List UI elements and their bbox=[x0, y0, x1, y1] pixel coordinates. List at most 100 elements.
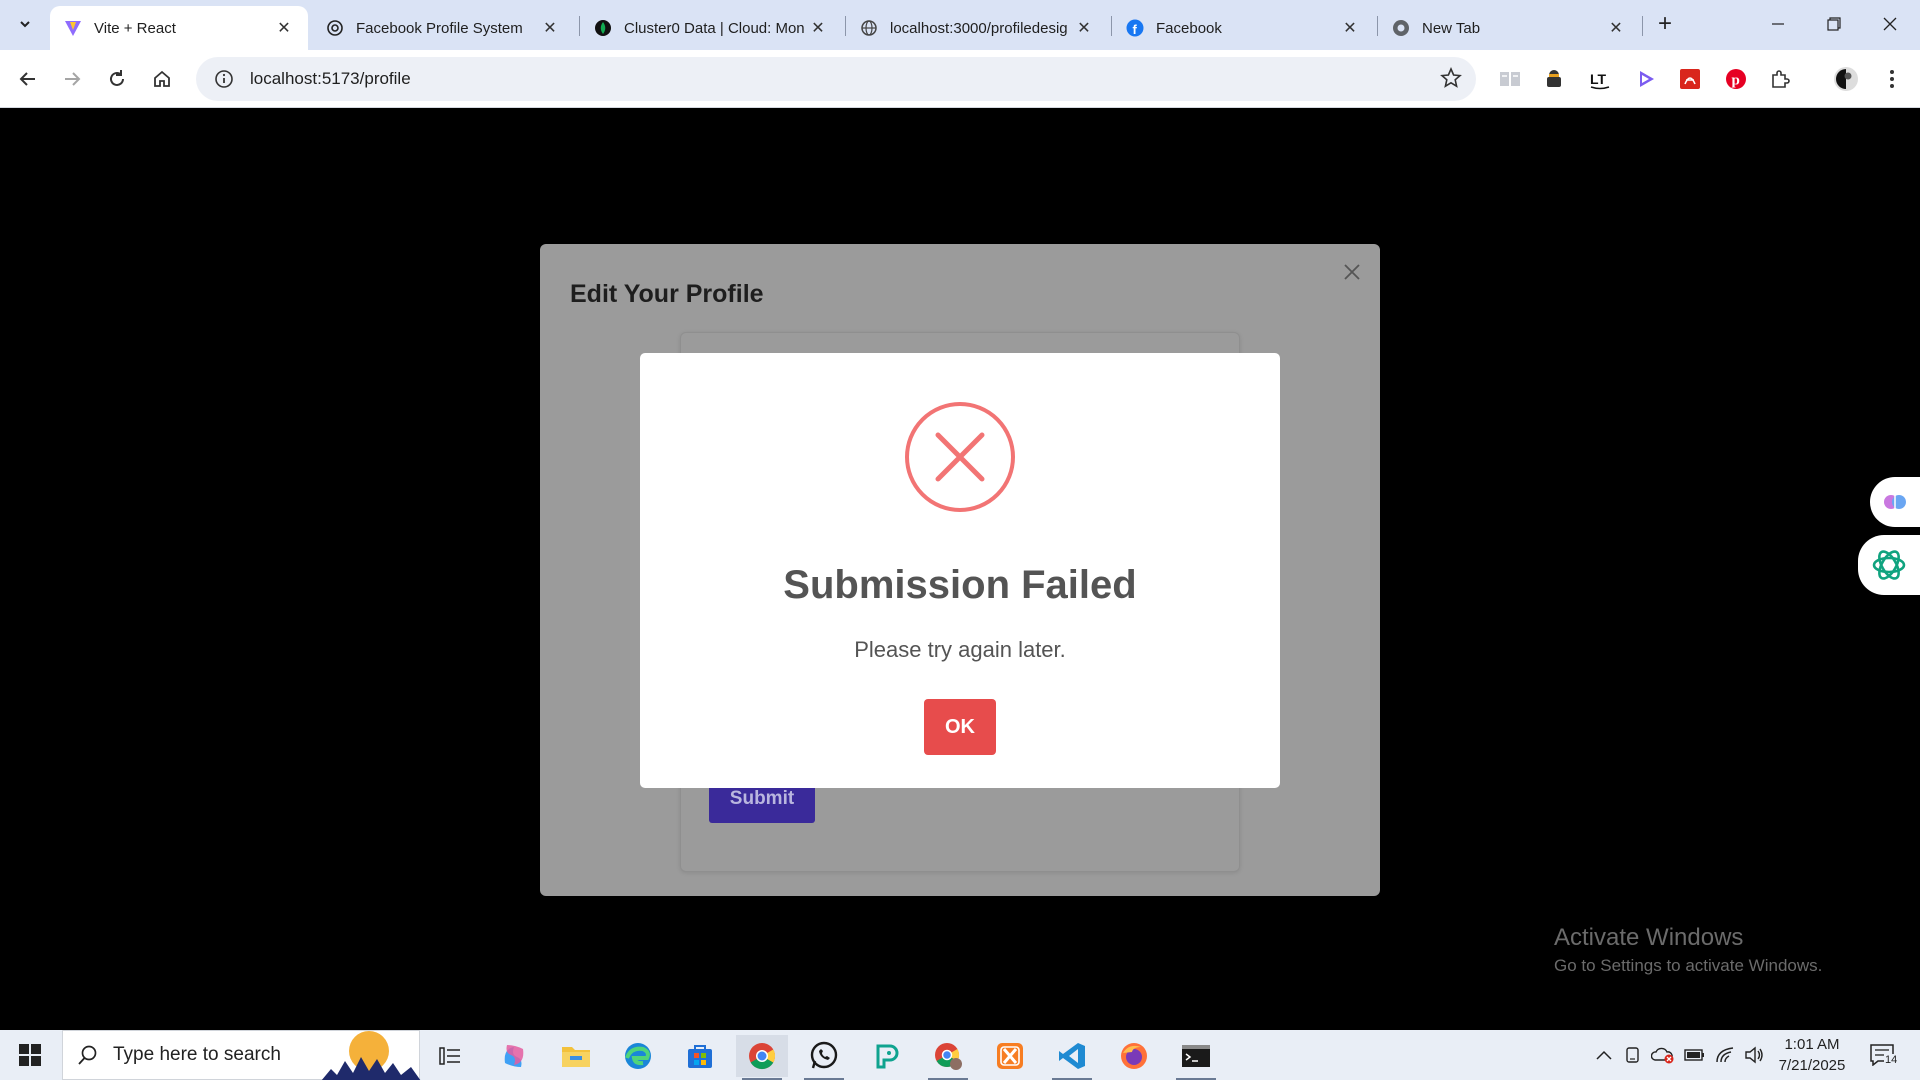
vite-icon bbox=[64, 19, 82, 37]
close-modal-button[interactable] bbox=[1338, 258, 1366, 286]
mongodb-icon bbox=[594, 19, 612, 37]
site-info-icon[interactable] bbox=[206, 69, 242, 89]
close-window-button[interactable] bbox=[1862, 0, 1918, 48]
reading-list-icon[interactable] bbox=[1496, 65, 1524, 93]
globe-icon bbox=[860, 19, 878, 37]
taskbar-search-box[interactable]: Type here to search bbox=[62, 1030, 421, 1080]
error-x-icon bbox=[905, 402, 1015, 512]
openai-icon bbox=[326, 19, 344, 37]
search-highlight-illustration bbox=[321, 1031, 421, 1080]
acrobat-extension-icon[interactable] bbox=[1676, 65, 1704, 93]
copilot-icon[interactable] bbox=[488, 1035, 540, 1077]
brain-icon bbox=[1884, 495, 1906, 509]
start-button[interactable] bbox=[0, 1030, 60, 1080]
clock-time: 1:01 AM bbox=[1784, 1036, 1840, 1053]
arrow-right-icon bbox=[65, 72, 81, 86]
pycharm-icon[interactable] bbox=[860, 1035, 912, 1077]
browser-toolbar: localhost:5173/profile LT p bbox=[0, 50, 1920, 108]
chrome-menu-button[interactable] bbox=[1878, 65, 1906, 93]
windows-logo-icon bbox=[19, 1044, 41, 1066]
page-content: Edit Your Profile Submit Submission Fail… bbox=[0, 109, 1920, 1030]
svg-text:LT: LT bbox=[1590, 71, 1607, 87]
arrow-left-icon bbox=[19, 72, 35, 86]
brain-extension-button[interactable] bbox=[1870, 477, 1920, 527]
minimize-icon bbox=[1772, 23, 1784, 25]
openai-icon bbox=[1872, 550, 1906, 580]
lt-extension-icon[interactable]: LT bbox=[1586, 65, 1614, 93]
xampp-icon[interactable] bbox=[984, 1035, 1036, 1077]
wifi-icon[interactable] bbox=[1712, 1030, 1738, 1080]
terminal-icon[interactable] bbox=[1170, 1035, 1222, 1080]
close-tab-icon[interactable]: ✕ bbox=[808, 18, 828, 38]
close-tab-icon[interactable]: ✕ bbox=[1606, 18, 1626, 38]
restore-button[interactable] bbox=[1806, 0, 1862, 48]
tab-vite-react[interactable]: Vite + React ✕ bbox=[50, 6, 308, 50]
restore-icon bbox=[1827, 17, 1841, 31]
chatgpt-extension-button[interactable] bbox=[1858, 535, 1920, 595]
file-explorer-icon[interactable] bbox=[550, 1035, 602, 1077]
tab-facebook-profile-system[interactable]: Facebook Profile System ✕ bbox=[312, 6, 574, 50]
reload-icon bbox=[110, 70, 124, 86]
bookmark-star-icon[interactable] bbox=[1440, 66, 1462, 94]
error-alert-dialog: Submission Failed Please try again later… bbox=[640, 353, 1280, 788]
tab-mongodb-cluster[interactable]: Cluster0 Data | Cloud: Mon ✕ bbox=[580, 6, 842, 50]
address-bar[interactable]: localhost:5173/profile bbox=[196, 57, 1476, 101]
chrome-taskbar-icon[interactable] bbox=[736, 1035, 788, 1080]
more-vertical-icon bbox=[1890, 70, 1894, 88]
back-button[interactable] bbox=[12, 63, 44, 95]
alert-title: Submission Failed bbox=[783, 563, 1137, 607]
tab-search-button[interactable] bbox=[10, 9, 40, 39]
watermark-title: Activate Windows bbox=[1554, 924, 1744, 951]
search-icon bbox=[78, 1045, 97, 1065]
chevron-down-icon bbox=[20, 21, 30, 28]
volume-icon[interactable] bbox=[1742, 1030, 1766, 1080]
chrome-profile-icon[interactable] bbox=[922, 1035, 974, 1080]
tab-new-tab[interactable]: New Tab ✕ bbox=[1378, 6, 1640, 50]
close-tab-icon[interactable]: ✕ bbox=[1074, 18, 1094, 38]
reload-button[interactable] bbox=[101, 63, 133, 95]
alert-message: Please try again later. bbox=[854, 637, 1066, 662]
ok-button[interactable]: OK bbox=[924, 699, 996, 755]
pinterest-extension-icon[interactable]: p bbox=[1722, 65, 1750, 93]
tab-facebook[interactable]: f Facebook ✕ bbox=[1112, 6, 1374, 50]
activate-windows-watermark: Activate Windows Go to Settings to activ… bbox=[1554, 924, 1822, 976]
profile-avatar[interactable] bbox=[1832, 65, 1860, 93]
onedrive-error-icon[interactable] bbox=[1650, 1030, 1676, 1080]
forward-button[interactable] bbox=[56, 63, 88, 95]
minimize-button[interactable] bbox=[1750, 0, 1806, 48]
home-button[interactable] bbox=[146, 63, 178, 95]
taskbar-clock[interactable]: 1:01 AM 7/21/2025 bbox=[1770, 1034, 1854, 1076]
show-hidden-icons-button[interactable] bbox=[1592, 1030, 1616, 1080]
windows-taskbar: Type here to search 1:01 AM 7/21/2025 14 bbox=[0, 1030, 1920, 1080]
ninja-extension-icon[interactable] bbox=[1540, 65, 1568, 93]
svg-text:p: p bbox=[1732, 73, 1740, 89]
new-tab-button[interactable]: + bbox=[1651, 10, 1679, 38]
battery-icon[interactable] bbox=[1682, 1030, 1708, 1080]
close-icon bbox=[1883, 17, 1897, 31]
close-tab-icon[interactable]: ✕ bbox=[540, 18, 560, 38]
notification-center-button[interactable]: 14 bbox=[1866, 1040, 1906, 1072]
svg-text:f: f bbox=[1133, 22, 1138, 37]
home-icon bbox=[154, 70, 170, 87]
play-extension-icon[interactable] bbox=[1632, 65, 1660, 93]
tab-separator bbox=[1642, 16, 1643, 36]
extensions-puzzle-icon[interactable] bbox=[1766, 65, 1794, 93]
search-placeholder: Type here to search bbox=[113, 1044, 281, 1065]
firefox-icon[interactable] bbox=[1108, 1035, 1160, 1077]
close-tab-icon[interactable]: ✕ bbox=[274, 18, 294, 38]
tab-localhost-3000[interactable]: localhost:3000/profiledesig ✕ bbox=[846, 6, 1108, 50]
close-icon bbox=[1344, 264, 1360, 280]
vscode-icon[interactable] bbox=[1046, 1035, 1098, 1080]
watermark-subtitle: Go to Settings to activate Windows. bbox=[1554, 956, 1823, 975]
clock-date: 7/21/2025 bbox=[1778, 1057, 1846, 1074]
close-tab-icon[interactable]: ✕ bbox=[1340, 18, 1360, 38]
edit-profile-title: Edit Your Profile bbox=[570, 280, 764, 308]
tab-strip: Vite + React ✕ Facebook Profile System ✕… bbox=[0, 0, 1920, 50]
meet-now-icon[interactable] bbox=[1622, 1030, 1646, 1080]
microsoft-store-icon[interactable] bbox=[674, 1035, 726, 1077]
facebook-icon: f bbox=[1126, 19, 1144, 37]
whatsapp-icon[interactable] bbox=[798, 1035, 850, 1080]
edge-icon[interactable] bbox=[612, 1035, 664, 1077]
url-text[interactable]: localhost:5173/profile bbox=[250, 69, 411, 89]
task-view-icon[interactable] bbox=[424, 1035, 476, 1077]
